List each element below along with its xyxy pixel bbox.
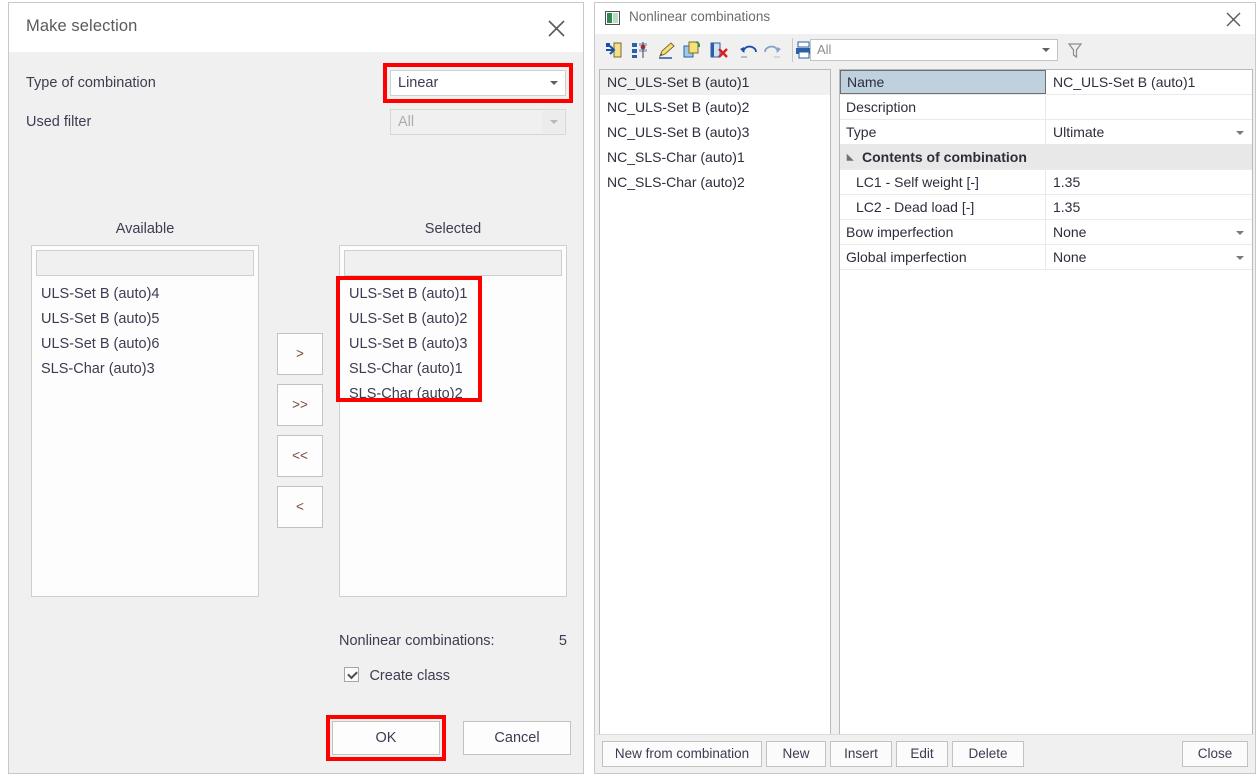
delete-button[interactable]: Delete <box>952 741 1024 767</box>
checkbox-box <box>344 667 359 682</box>
list-item[interactable]: NC_ULS-Set B (auto)1 <box>600 70 830 95</box>
available-search-input[interactable] <box>36 250 254 276</box>
selected-search-input[interactable] <box>344 250 562 276</box>
table-row[interactable]: LC1 - Self weight [-] 1.35 <box>840 170 1252 195</box>
property-value[interactable]: None <box>1046 220 1252 244</box>
chevron-down-icon <box>1042 48 1050 52</box>
list-item[interactable]: SLS-Char (auto)3 <box>32 357 258 382</box>
available-listbox[interactable]: ULS-Set B (auto)4 ULS-Set B (auto)5 ULS-Se… <box>31 245 259 597</box>
delete-icon[interactable] <box>708 40 728 60</box>
funnel-filter-icon[interactable] <box>1066 41 1084 59</box>
property-value[interactable]: 1.35 <box>1046 170 1252 194</box>
combination-count-value: 5 <box>558 633 567 649</box>
rename-pencil-icon[interactable] <box>656 40 676 60</box>
property-name: LC1 - Self weight [-] <box>840 170 1046 194</box>
dialog-button-bar: New from combination New Insert Edit Del… <box>596 734 1254 772</box>
new-button[interactable]: New <box>766 741 826 767</box>
toolbar-divider <box>792 38 793 62</box>
cancel-button[interactable]: Cancel <box>463 721 571 755</box>
list-item[interactable]: ULS-Set B (auto)4 <box>32 282 258 307</box>
table-row[interactable]: Bow imperfection None <box>840 220 1252 245</box>
panel-splitter[interactable] <box>833 69 838 737</box>
toolbar-filter-value: All <box>817 42 832 57</box>
selected-items: ULS-Set B (auto)1 ULS-Set B (auto)2 ULS-Se… <box>340 282 566 596</box>
chevron-down-icon[interactable] <box>1236 256 1244 260</box>
move-all-right-button[interactable]: >> <box>277 384 323 426</box>
list-item[interactable]: ULS-Set B (auto)6 <box>32 332 258 357</box>
move-left-button[interactable]: < <box>277 486 323 528</box>
close-icon[interactable] <box>1222 8 1246 30</box>
new-from-combination-button[interactable]: New from combination <box>602 741 762 767</box>
property-value[interactable]: NC_ULS-Set B (auto)1 <box>1046 70 1252 94</box>
chevron-down-icon <box>550 81 558 85</box>
edit-layers-icon[interactable] <box>630 40 650 60</box>
property-name: Name <box>840 70 1046 94</box>
list-item[interactable]: ULS-Set B (auto)2 <box>340 307 566 332</box>
table-row[interactable]: LC2 - Dead load [-] 1.35 <box>840 195 1252 220</box>
dialog-titlebar: Nonlinear combinations <box>595 3 1255 34</box>
list-item[interactable]: NC_SLS-Char (auto)2 <box>600 170 830 195</box>
property-value[interactable] <box>1046 95 1252 119</box>
property-name: Contents of combination <box>862 149 1027 165</box>
property-value[interactable]: None <box>1046 245 1252 269</box>
ok-button[interactable]: OK <box>332 721 440 755</box>
insert-button[interactable]: Insert <box>830 741 892 767</box>
list-item[interactable]: SLS-Char (auto)1 <box>340 357 566 382</box>
table-row[interactable]: Name NC_ULS-Set B (auto)1 <box>840 70 1252 95</box>
move-all-left-button[interactable]: << <box>277 435 323 477</box>
create-class-checkbox[interactable]: Create class <box>344 667 450 685</box>
screen-root: Make selection Type of combination Linea… <box>0 0 1257 777</box>
table-row[interactable]: Contents of combination <box>840 145 1252 170</box>
list-item[interactable]: NC_ULS-Set B (auto)3 <box>600 120 830 145</box>
page-title: Make selection <box>26 17 138 35</box>
table-row[interactable]: Global imperfection None <box>840 245 1252 270</box>
move-right-button[interactable]: > <box>277 333 323 375</box>
used-filter-label: Used filter <box>26 114 92 130</box>
chevron-down-icon[interactable] <box>1236 131 1244 135</box>
used-filter-select[interactable]: All <box>390 109 566 135</box>
available-caption: Available <box>115 221 175 237</box>
type-of-combination-select[interactable]: Linear <box>390 70 566 96</box>
used-filter-value: All <box>398 114 415 130</box>
undo-icon[interactable] <box>738 40 758 60</box>
property-name: Global imperfection <box>840 245 1046 269</box>
edit-button[interactable]: Edit <box>896 741 948 767</box>
table-row[interactable]: Type Ultimate <box>840 120 1252 145</box>
toolbar: All <box>596 34 1254 66</box>
property-value[interactable]: Ultimate <box>1046 120 1252 144</box>
list-item[interactable]: ULS-Set B (auto)1 <box>340 282 566 307</box>
list-item[interactable]: NC_SLS-Char (auto)1 <box>600 145 830 170</box>
create-class-label: Create class <box>369 668 451 684</box>
dialog-titlebar: Make selection <box>9 3 583 52</box>
redo-icon[interactable] <box>763 40 783 60</box>
property-name: LC2 - Dead load [-] <box>840 195 1046 219</box>
property-grid: Name NC_ULS-Set B (auto)1 Description Type U… <box>839 69 1253 737</box>
copy-icon[interactable] <box>682 40 702 60</box>
application-icon <box>605 11 620 25</box>
list-item[interactable]: NC_ULS-Set B (auto)2 <box>600 95 830 120</box>
property-value[interactable]: 1.35 <box>1046 195 1252 219</box>
make-selection-dialog: Make selection Type of combination Linea… <box>8 2 584 774</box>
close-button[interactable]: Close <box>1182 741 1248 767</box>
list-item[interactable]: ULS-Set B (auto)3 <box>340 332 566 357</box>
table-row[interactable]: Description <box>840 95 1252 120</box>
selected-caption: Selected <box>424 221 482 237</box>
list-item[interactable]: ULS-Set B (auto)5 <box>32 307 258 332</box>
page-title: Nonlinear combinations <box>629 9 771 24</box>
new-combination-icon[interactable] <box>604 40 624 60</box>
chevron-down-icon <box>550 120 558 124</box>
close-icon[interactable] <box>543 15 571 41</box>
property-name: Description <box>840 95 1046 119</box>
chevron-down-icon[interactable] <box>1236 231 1244 235</box>
toolbar-filter-select[interactable]: All <box>810 39 1058 61</box>
type-of-combination-value: Linear <box>398 75 439 91</box>
combinations-list[interactable]: NC_ULS-Set B (auto)1 NC_ULS-Set B (auto)2… <box>599 69 831 737</box>
property-name: Bow imperfection <box>840 220 1046 244</box>
property-name: Type <box>840 120 1046 144</box>
list-item[interactable]: SLS-Char (auto)2 <box>340 382 566 407</box>
selected-listbox[interactable]: ULS-Set B (auto)1 ULS-Set B (auto)2 ULS-Se… <box>339 245 567 597</box>
nonlinear-combinations-dialog: Nonlinear combinations All NC_ULS-Set B … <box>594 2 1256 774</box>
type-of-combination-label: Type of combination <box>26 75 156 91</box>
available-items: ULS-Set B (auto)4 ULS-Set B (auto)5 ULS-Se… <box>32 282 258 596</box>
